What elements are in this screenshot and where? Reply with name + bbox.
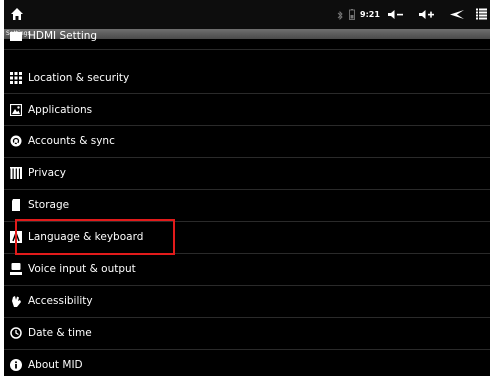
accessibility-icon (12, 296, 21, 307)
settings-item-accessibility[interactable]: Accessibility (4, 287, 490, 318)
menu-icon[interactable] (476, 8, 487, 20)
accounts-sync-icon (10, 135, 22, 147)
settings-list: HDMI Setting Location & security Applica… (4, 30, 490, 376)
settings-item-about[interactable]: About MID (4, 351, 490, 376)
location-security-icon (10, 72, 22, 84)
settings-item-label: Location & security (28, 72, 130, 84)
settings-item-label: Storage (28, 199, 70, 211)
info-icon (10, 359, 22, 371)
settings-item-storage[interactable]: Storage (4, 191, 490, 222)
status-time: 9:21 (360, 10, 380, 19)
settings-item-label: About MID (28, 359, 83, 371)
status-bar: 9:21 (4, 0, 490, 29)
privacy-icon (10, 167, 22, 179)
bluetooth-icon (337, 10, 343, 21)
settings-item-hdmi[interactable]: HDMI Setting (4, 29, 490, 50)
volume-down-icon[interactable] (387, 9, 404, 20)
volume-up-icon[interactable] (418, 9, 435, 20)
settings-item-location-security[interactable]: Location & security (4, 63, 490, 94)
settings-item-label: Voice input & output (28, 263, 136, 275)
hdmi-icon (10, 32, 22, 41)
settings-item-accounts-sync[interactable]: Accounts & sync (4, 127, 490, 158)
red-highlight-box (15, 219, 175, 255)
settings-item-privacy[interactable]: Privacy (4, 159, 490, 190)
clock-icon (10, 327, 22, 339)
home-icon[interactable] (10, 7, 24, 21)
settings-item-voice[interactable]: Voice input & output (4, 255, 490, 286)
settings-item-label: Date & time (28, 327, 92, 339)
settings-item-label: Accessibility (28, 295, 93, 307)
settings-item-label: Accounts & sync (28, 135, 115, 147)
voice-icon (10, 263, 22, 275)
settings-item-label: Applications (28, 104, 93, 116)
battery-icon (349, 9, 355, 20)
settings-item-label: HDMI Setting (28, 30, 98, 42)
android-settings-screen: 9:21 Settings HDMI Setting (4, 0, 490, 376)
settings-item-date-time[interactable]: Date & time (4, 319, 490, 350)
applications-icon (10, 104, 22, 116)
storage-icon (12, 199, 20, 211)
settings-item-label: Privacy (28, 167, 67, 179)
settings-item-applications[interactable]: Applications (4, 95, 490, 126)
back-icon[interactable] (448, 9, 466, 20)
